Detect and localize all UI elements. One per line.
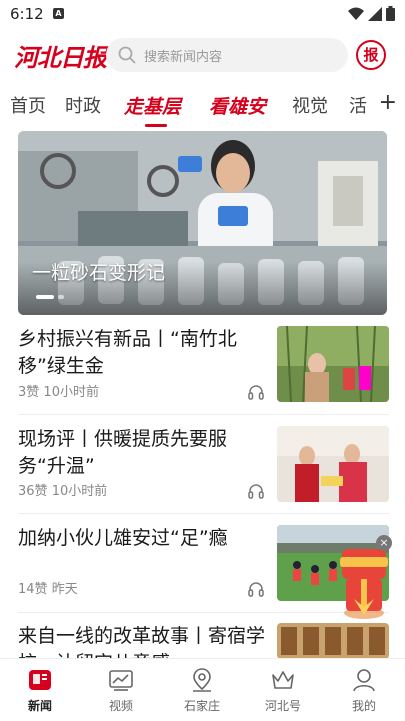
news-item[interactable]: 现场评丨供暖提质先要服务“升温” 36赞 10小时前 (18, 426, 389, 504)
carousel-dot (58, 295, 64, 299)
news-title: 乡村振兴有新品丨“南竹北移”绿生金 (18, 328, 237, 377)
video-icon (109, 670, 133, 691)
close-icon[interactable]: × (376, 535, 392, 551)
divider (18, 612, 389, 613)
location-icon (193, 668, 211, 692)
status-bar: 6:12 A (0, 0, 405, 28)
nav-item-hebeihao[interactable]: 河北号 (243, 667, 323, 714)
banner-title: 一粒砂石变形记 (32, 262, 166, 284)
headphones-icon[interactable] (247, 580, 265, 598)
tab-home[interactable]: 首页 (10, 92, 46, 118)
status-time: 6:12 (10, 5, 44, 23)
news-item[interactable]: 加纳小伙儿雄安过“足”瘾 14赞 昨天 (18, 525, 389, 603)
headphones-icon[interactable] (247, 383, 265, 401)
news-thumbnail (277, 426, 389, 502)
status-icons (348, 6, 395, 21)
battery-icon (386, 6, 395, 21)
floating-promo[interactable]: × (336, 535, 392, 621)
crown-icon (272, 671, 294, 689)
news-thumbnail (277, 623, 389, 659)
signal-icon (368, 6, 382, 21)
newspaper-button[interactable]: 报 (356, 40, 386, 70)
nav-item-profile[interactable]: 我的 (324, 667, 404, 714)
news-title: 加纳小伙儿雄安过“足”瘾 (18, 527, 228, 549)
feature-banner[interactable]: 一粒砂石变形记 (18, 131, 387, 315)
news-likes: 14赞 (18, 582, 48, 597)
news-time: 昨天 (51, 582, 78, 597)
app-header: 河北日报 搜索新闻内容 报 (0, 34, 405, 78)
tab-activity[interactable]: 活 (349, 92, 367, 118)
nav-label: 石家庄 (183, 699, 220, 713)
carousel-dots (36, 295, 64, 299)
tab-politics[interactable]: 时政 (65, 92, 101, 118)
tab-visual[interactable]: 视觉 (292, 92, 328, 118)
nav-label: 视频 (108, 699, 133, 713)
search-bar[interactable]: 搜索新闻内容 (106, 38, 348, 72)
search-placeholder: 搜索新闻内容 (144, 49, 223, 65)
tab-xiongan[interactable]: 看雄安 (209, 92, 266, 119)
news-item[interactable]: 乡村振兴有新品丨“南竹北移”绿生金 3赞 10小时前 (18, 326, 389, 404)
notification-icon: A (53, 8, 64, 19)
news-time: 10小时前 (43, 385, 99, 400)
news-likes: 3赞 (18, 385, 40, 400)
tab-grassroots[interactable]: 走基层 (124, 92, 181, 119)
channel-tabs: 首页 时政 走基层 看雄安 视觉 活 + (0, 88, 405, 127)
news-likes: 36赞 (18, 484, 48, 499)
news-meta: 14赞 昨天 (18, 578, 78, 597)
app-logo[interactable]: 河北日报 (14, 38, 107, 73)
add-channel-icon[interactable]: + (379, 90, 397, 115)
bottom-nav: 新闻 视频 石家庄 河北号 我的 (0, 658, 405, 721)
nav-label: 新闻 (27, 699, 52, 713)
news-icon (29, 670, 51, 690)
news-item[interactable]: 来自一线的改革故事丨寄宿学校，让留守儿童感 (18, 623, 389, 674)
nav-label: 我的 (351, 699, 376, 713)
headphones-icon[interactable] (247, 482, 265, 500)
divider (18, 513, 389, 514)
divider (18, 414, 389, 415)
active-tab-indicator (145, 124, 167, 127)
news-meta: 36赞 10小时前 (18, 480, 107, 499)
nav-item-shijiazhuang[interactable]: 石家庄 (162, 667, 242, 714)
nav-item-video[interactable]: 视频 (81, 667, 161, 714)
nav-item-news[interactable]: 新闻 (0, 667, 80, 714)
nav-label: 河北号 (264, 699, 301, 713)
banner-image (18, 131, 387, 315)
news-thumbnail (277, 326, 389, 402)
carousel-dot (36, 295, 54, 299)
news-time: 10小时前 (51, 484, 108, 499)
search-icon (118, 46, 136, 64)
news-title: 现场评丨供暖提质先要服务“升温” (18, 428, 228, 477)
wifi-icon (348, 7, 364, 20)
news-meta: 3赞 10小时前 (18, 381, 99, 400)
profile-icon (353, 669, 375, 692)
